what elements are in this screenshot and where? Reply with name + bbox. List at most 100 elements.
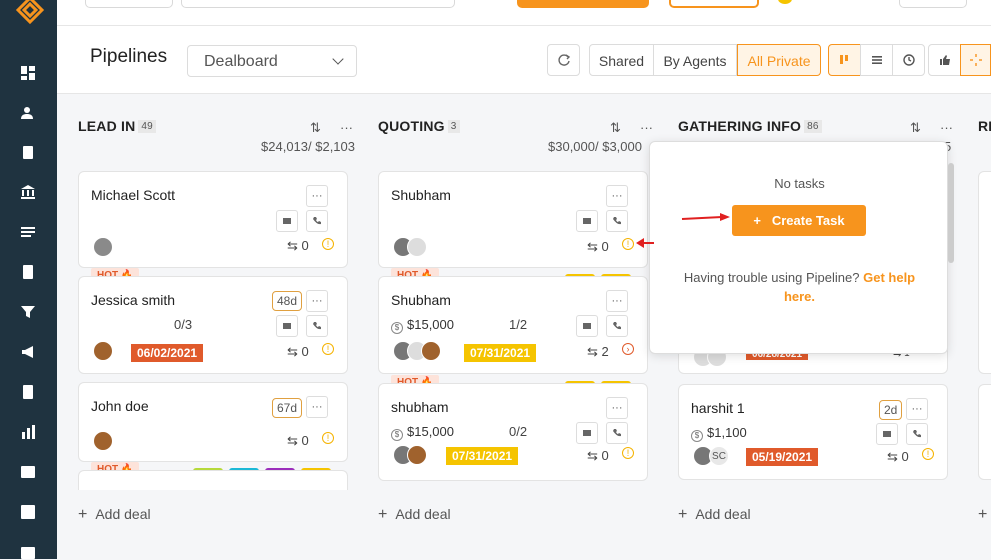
task-count: ⇆ 2 <box>587 344 609 360</box>
column-sum: $30,000/ $3,000 <box>548 139 642 154</box>
days-badge: 2d <box>879 400 903 420</box>
chevron-right-icon[interactable]: › <box>622 343 634 355</box>
phone-icon[interactable] <box>606 210 628 232</box>
deal-card[interactable]: harshit 1 2d ··· $ $1,100 SC 05/19/2021 ⇆… <box>678 384 948 480</box>
filter-by-agents[interactable]: By Agents <box>653 44 737 76</box>
column-more-icon[interactable]: ··· <box>340 120 353 135</box>
column-count-badge: 49 <box>138 120 156 133</box>
currency-icon: $ <box>391 429 403 441</box>
add-deal-label: Add deal <box>395 506 451 522</box>
contacts-icon[interactable] <box>20 105 36 121</box>
deal-name: harshit 1 <box>691 400 745 416</box>
list-view-button[interactable] <box>860 44 893 76</box>
column-more-icon[interactable]: ··· <box>940 120 953 135</box>
more-icon[interactable]: ··· <box>606 397 628 419</box>
add-deal-button[interactable]: + Add deal <box>78 506 151 524</box>
secondary-action-button[interactable] <box>669 0 759 8</box>
email-icon[interactable] <box>276 315 298 337</box>
deal-card[interactable]: John doe 67d ··· ⇆ 0 ! <box>78 382 348 462</box>
deal-card[interactable] <box>78 470 348 490</box>
phone-icon[interactable] <box>606 315 628 337</box>
column-title-text: QUOTING <box>378 118 445 134</box>
email-icon[interactable] <box>576 315 598 337</box>
email-icon[interactable] <box>876 423 898 445</box>
create-task-button[interactable]: + Create Task <box>732 205 866 236</box>
task-count-value: 0 <box>901 449 909 464</box>
spinner-icon <box>969 54 982 66</box>
deal-card[interactable]: Michael Scott ··· ⇆ 0 ! <box>78 171 348 268</box>
user-menu[interactable] <box>899 0 967 8</box>
more-icon[interactable]: ··· <box>606 185 628 207</box>
close-date: 06/02/2021 <box>131 344 204 362</box>
refresh-button[interactable] <box>547 44 580 76</box>
notes-icon[interactable] <box>20 384 36 400</box>
global-search[interactable] <box>181 0 455 8</box>
email-icon[interactable] <box>576 422 598 444</box>
phone-icon[interactable] <box>306 315 328 337</box>
filter-all-private[interactable]: All Private <box>737 44 821 76</box>
deal-name: John doe <box>91 398 149 414</box>
alert-icon[interactable]: ! <box>622 238 634 250</box>
filter-icon[interactable] <box>20 304 36 320</box>
history-icon <box>902 54 915 66</box>
topbar-control[interactable] <box>85 0 173 8</box>
pipeline-select[interactable]: Dealboard <box>187 45 357 77</box>
won-button[interactable] <box>928 44 961 76</box>
task-count: ⇆ 0 <box>587 448 609 464</box>
megaphone-icon[interactable] <box>20 344 36 360</box>
more-icon[interactable]: ··· <box>306 185 328 207</box>
alert-icon[interactable]: ! <box>622 447 634 459</box>
history-view-button[interactable] <box>892 44 925 76</box>
deal-card[interactable] <box>978 384 991 480</box>
scrollbar[interactable] <box>948 163 954 263</box>
dashboard-icon[interactable] <box>20 65 36 81</box>
pipeline-select-value: Dealboard <box>204 53 278 70</box>
phone-icon[interactable] <box>306 210 328 232</box>
sort-icon[interactable]: ⇅ <box>910 120 921 136</box>
calendar-icon[interactable] <box>20 544 36 560</box>
task-fraction: 1/2 <box>509 317 528 332</box>
more-icon[interactable]: ··· <box>306 290 328 312</box>
sidebar <box>0 0 57 559</box>
list-icon[interactable] <box>20 224 36 240</box>
board-view-button[interactable] <box>828 44 861 76</box>
alert-icon[interactable]: ! <box>922 448 934 460</box>
phone-icon[interactable] <box>606 422 628 444</box>
add-deal-button[interactable]: + Add deal <box>678 506 751 524</box>
more-icon[interactable]: ··· <box>906 398 928 420</box>
reports-icon[interactable] <box>20 464 36 480</box>
deal-card[interactable]: Shubham ··· ⇆ 0 ! <box>378 171 648 268</box>
more-icon[interactable]: ··· <box>306 396 328 418</box>
coin-icon <box>778 0 792 4</box>
phone-icon[interactable] <box>906 423 928 445</box>
alert-icon[interactable]: ! <box>322 238 334 250</box>
deal-card[interactable] <box>978 171 991 374</box>
deal-card[interactable]: Jessica smith 48d ··· 0/3 06/02/2021 ⇆ 0… <box>78 276 348 374</box>
id-card-icon[interactable] <box>20 264 36 280</box>
column-more-icon[interactable]: ··· <box>640 120 653 135</box>
documents-icon[interactable] <box>20 145 36 161</box>
add-deal-button[interactable]: + <box>978 506 991 524</box>
deal-card[interactable]: Shubham ··· $ $15,000 1/2 07/31/2021 ⇆ 2 … <box>378 276 648 374</box>
agent-avatar <box>407 237 427 257</box>
analytics-icon[interactable] <box>20 424 36 440</box>
agent-avatar <box>93 237 113 257</box>
loading-button[interactable] <box>960 44 991 76</box>
close-date: 07/31/2021 <box>464 344 537 362</box>
table-icon[interactable] <box>20 504 36 520</box>
sort-icon[interactable]: ⇅ <box>610 120 621 136</box>
email-icon[interactable] <box>576 210 598 232</box>
sort-icon[interactable]: ⇅ <box>310 120 321 136</box>
deal-name: Shubham <box>391 292 451 308</box>
filter-shared[interactable]: Shared <box>589 44 654 76</box>
more-icon[interactable]: ··· <box>606 290 628 312</box>
add-deal-button[interactable]: + Add deal <box>378 506 451 524</box>
deal-card[interactable]: shubham ··· $ $15,000 0/2 07/31/2021 ⇆ 0 … <box>378 383 648 481</box>
email-icon[interactable] <box>276 210 298 232</box>
primary-action-button[interactable] <box>517 0 649 8</box>
column-re: RE + <box>978 94 991 559</box>
alert-icon[interactable]: ! <box>322 343 334 355</box>
alert-icon[interactable]: ! <box>322 432 334 444</box>
bank-icon[interactable] <box>20 184 36 200</box>
app-logo[interactable] <box>14 0 46 28</box>
